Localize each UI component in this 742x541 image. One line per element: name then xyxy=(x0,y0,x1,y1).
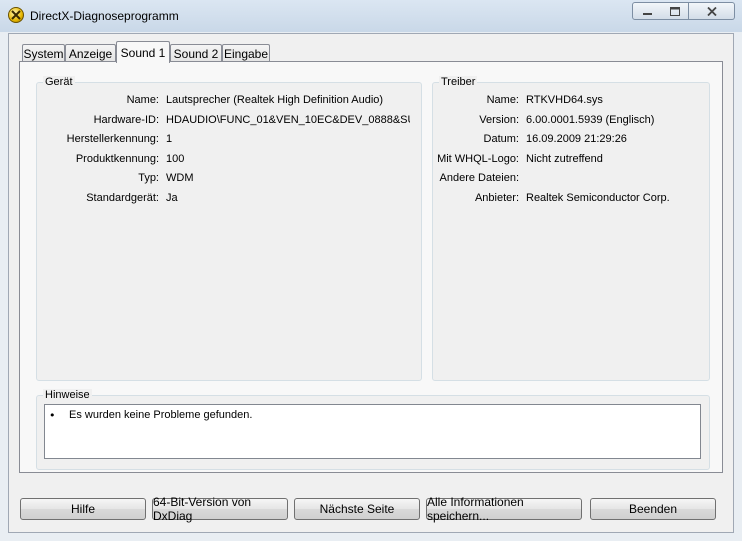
close-button[interactable] xyxy=(689,2,735,20)
provider-label: Anbieter: xyxy=(474,192,519,204)
dxdiag-64bit-button[interactable]: 64-Bit-Version von DxDiag xyxy=(152,495,288,523)
minimize-button[interactable] xyxy=(632,2,662,20)
manufacturer-id-value: 1 xyxy=(166,133,173,145)
default-device-value: Ja xyxy=(166,192,178,204)
help-button[interactable]: Hilfe xyxy=(20,498,146,520)
device-name-value: Lautsprecher (Realtek High Definition Au… xyxy=(166,94,384,106)
title-bar: DirectX-Diagnoseprogramm xyxy=(0,0,742,32)
type-label: Typ: xyxy=(138,172,159,184)
next-page-button[interactable]: Nächste Seite xyxy=(294,498,420,520)
whql-logo-value: Nicht zutreffend xyxy=(526,153,603,165)
default-device-label: Standardgerät: xyxy=(86,192,159,204)
product-id-value: 100 xyxy=(166,153,185,165)
device-group-title: Gerät xyxy=(43,76,75,88)
minimize-icon xyxy=(642,7,652,16)
save-all-info-button[interactable]: Alle Informationen speichern... xyxy=(426,495,582,523)
notes-bullet: • xyxy=(49,409,56,422)
notes-item: Es wurden keine Probleme gefunden. xyxy=(69,409,253,421)
product-id-label: Produktkennung: xyxy=(75,153,159,165)
driver-date-label: Datum: xyxy=(483,133,519,145)
notes-textbox[interactable]: • Es wurden keine Probleme gefunden. xyxy=(44,404,701,459)
notes-group-title: Hinweise xyxy=(43,389,92,401)
close-icon xyxy=(706,6,717,16)
driver-group-title: Treiber xyxy=(439,76,478,88)
hardware-id-value: HDAUDIO\FUNC_01&VEN_10EC&DEV_0888&SUBS' xyxy=(166,114,410,126)
provider-value: Realtek Semiconductor Corp. xyxy=(526,192,670,204)
driver-name-value: RTKVHD64.sys xyxy=(526,94,603,106)
type-value: WDM xyxy=(166,172,194,184)
driver-group: Treiber xyxy=(432,76,710,381)
manufacturer-id-label: Herstellerkennung: xyxy=(66,133,159,145)
driver-version-value: 6.00.0001.5939 (Englisch) xyxy=(526,114,655,126)
hardware-id-label: Hardware-ID: xyxy=(93,114,159,126)
maximize-button[interactable] xyxy=(661,2,689,20)
window-title: DirectX-Diagnoseprogramm xyxy=(30,9,179,23)
other-files-label: Andere Dateien: xyxy=(439,172,520,184)
driver-version-label: Version: xyxy=(479,114,519,126)
driver-date-value: 16.09.2009 21:29:26 xyxy=(526,133,627,145)
whql-logo-label: Mit WHQL-Logo: xyxy=(437,153,519,165)
maximize-icon xyxy=(669,6,680,16)
device-name-label: Name: xyxy=(126,94,159,106)
driver-name-label: Name: xyxy=(486,94,519,106)
directx-icon xyxy=(8,7,24,23)
tab-sound-1[interactable]: Sound 1 xyxy=(116,41,170,63)
exit-button[interactable]: Beenden xyxy=(590,498,716,520)
device-group: Gerät xyxy=(36,76,422,381)
